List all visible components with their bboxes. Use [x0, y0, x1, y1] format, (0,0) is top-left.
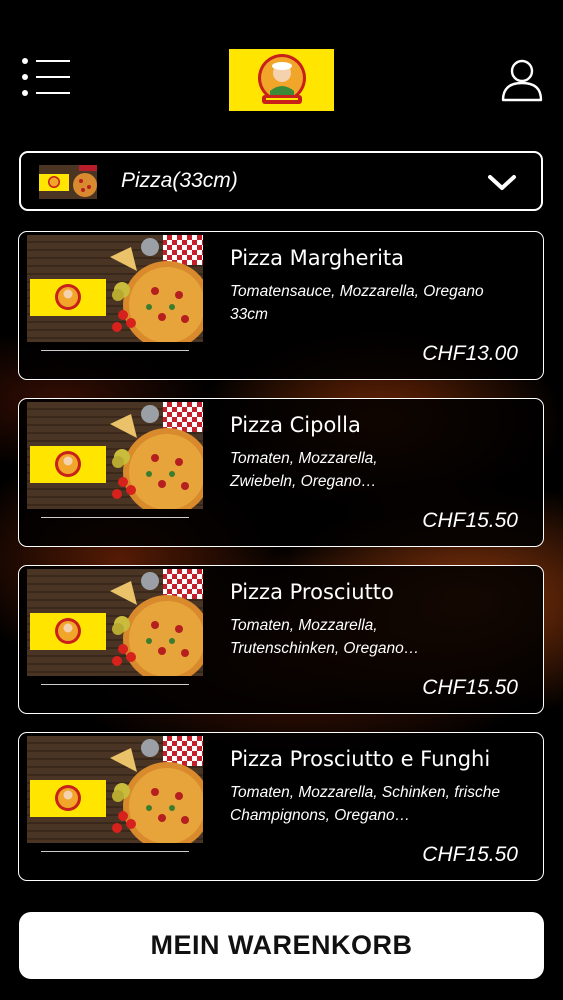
restaurant-logo[interactable] — [229, 49, 334, 111]
image-divider — [41, 684, 189, 685]
image-divider — [41, 851, 189, 852]
product-image — [27, 402, 203, 509]
product-price: CHF13.00 — [422, 342, 518, 365]
product-description: Tomaten, Mozzarella, Schinken, frische C… — [230, 781, 535, 827]
logo-emblem — [257, 54, 306, 104]
description-line: Tomaten, Mozzarella, Schinken, frische — [230, 784, 500, 801]
description-line: Tomatensauce, Mozzarella, Oregano — [230, 283, 484, 300]
description-line: Tomaten, Mozzarella, — [230, 617, 378, 634]
product-description: Tomaten, Mozzarella, Zwiebeln, Oregano… — [230, 447, 535, 493]
image-divider — [41, 350, 189, 351]
cart-button[interactable]: MEIN WARENKORB — [19, 912, 544, 979]
product-card[interactable]: Pizza Cipolla Tomaten, Mozzarella, Zwieb… — [18, 398, 544, 547]
description-line: Champignons, Oregano… — [230, 807, 411, 824]
product-description: Tomaten, Mozzarella, Trutenschinken, Ore… — [230, 614, 535, 660]
product-price: CHF15.50 — [422, 843, 518, 866]
description-line: 33cm — [230, 306, 268, 323]
description-line: Trutenschinken, Oregano… — [230, 640, 420, 657]
product-card[interactable]: Pizza Prosciutto Tomaten, Mozzarella, Tr… — [18, 565, 544, 714]
product-description: Tomatensauce, Mozzarella, Oregano 33cm — [230, 280, 535, 326]
product-image — [27, 736, 203, 843]
product-image — [27, 569, 203, 676]
category-dropdown[interactable]: Pizza(33cm) — [19, 151, 543, 211]
product-price: CHF15.50 — [422, 509, 518, 532]
category-thumbnail — [39, 165, 97, 199]
description-line: Zwiebeln, Oregano… — [230, 473, 377, 490]
chevron-down-icon — [488, 175, 516, 190]
user-icon[interactable] — [500, 58, 544, 102]
product-name: Pizza Prosciutto — [230, 580, 394, 604]
app-header — [0, 0, 563, 150]
product-name: Pizza Margherita — [230, 246, 405, 270]
product-name: Pizza Cipolla — [230, 413, 361, 437]
category-label: Pizza(33cm) — [121, 169, 238, 192]
image-divider — [41, 517, 189, 518]
product-card[interactable]: Pizza Prosciutto e Funghi Tomaten, Mozza… — [18, 732, 544, 881]
product-name: Pizza Prosciutto e Funghi — [230, 747, 491, 771]
description-line: Tomaten, Mozzarella, — [230, 450, 378, 467]
cart-button-label: MEIN WARENKORB — [150, 930, 413, 960]
hamburger-menu-icon[interactable] — [20, 58, 72, 98]
product-image — [27, 235, 203, 342]
product-price: CHF15.50 — [422, 676, 518, 699]
product-card[interactable]: Pizza Margherita Tomatensauce, Mozzarell… — [18, 231, 544, 380]
